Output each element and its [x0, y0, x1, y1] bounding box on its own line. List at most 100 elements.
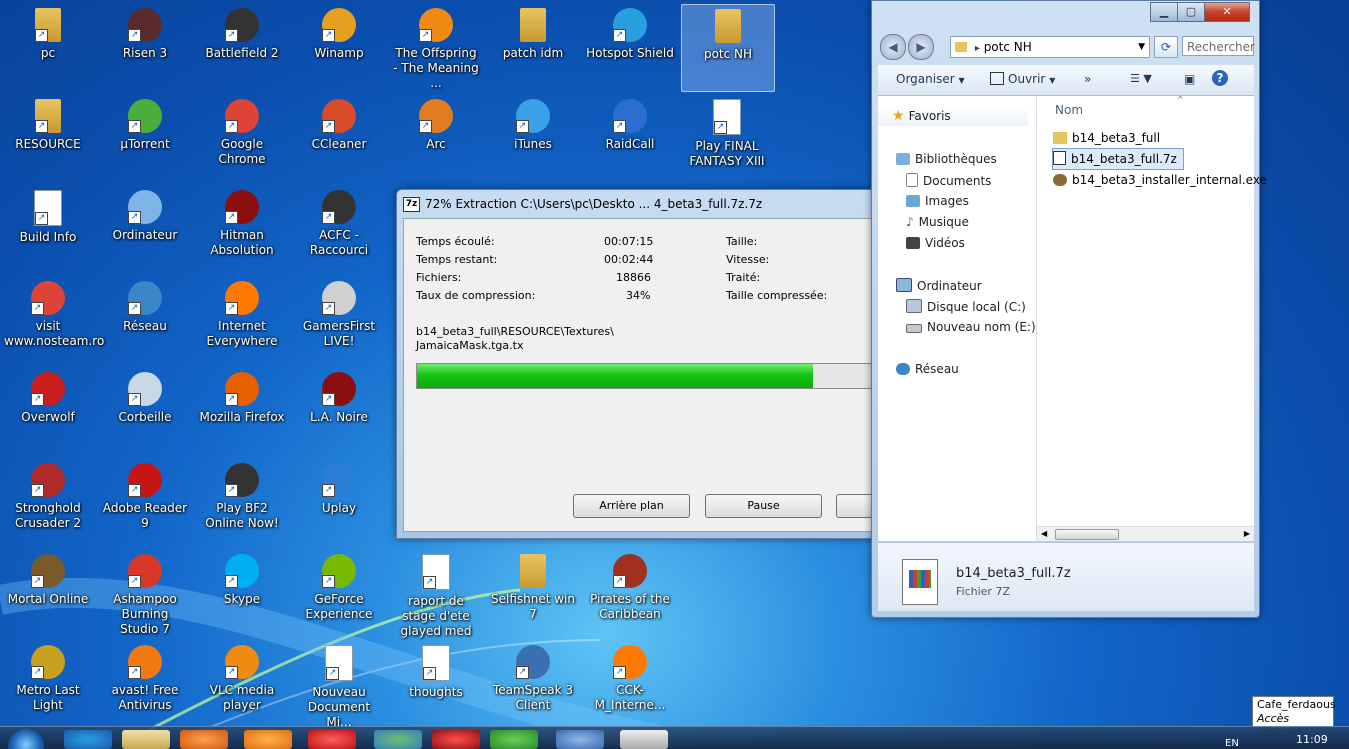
desktop-icon[interactable]: ↗ pc — [2, 4, 94, 90]
nav-disk-c[interactable]: Disque local (C:) — [906, 299, 1026, 314]
taskbar-internet-explorer-icon[interactable] — [64, 730, 112, 749]
taskbar-computer-icon[interactable] — [556, 730, 604, 749]
desktop-icon[interactable]: ↗ avast! Free Antivirus — [99, 641, 191, 727]
nav-images[interactable]: Images — [906, 194, 969, 208]
minimize-button[interactable]: ▁ — [1150, 2, 1178, 22]
back-arrow-icon[interactable]: ◀ — [880, 34, 906, 60]
desktop-icon[interactable]: ↗ Uplay — [293, 459, 385, 545]
maximize-button[interactable]: ▢ — [1177, 2, 1205, 22]
desktop-icon[interactable]: ↗ CCK-M_Interne... — [584, 641, 676, 727]
desktop-icon[interactable]: ↗ CCleaner — [293, 95, 385, 181]
desktop-icon[interactable]: ↗ iTunes — [487, 95, 579, 181]
desktop-icon[interactable]: ↗ Play BF2 Online Now! — [196, 459, 288, 545]
desktop-icon[interactable]: ↗ L.A. Noire — [293, 368, 385, 454]
nav-documents[interactable]: Documents — [906, 173, 991, 188]
scroll-left-icon[interactable]: ◀ — [1041, 527, 1047, 541]
desktop-icon[interactable]: potc NH — [681, 4, 775, 92]
desktop-icon[interactable]: ↗ Overwolf — [2, 368, 94, 454]
desktop-icon[interactable]: ↗ VLC media player — [196, 641, 288, 727]
nav-videos[interactable]: Vidéos — [906, 236, 965, 250]
taskbar-utorrent-icon[interactable] — [490, 730, 538, 749]
desktop-icon[interactable]: ↗ Ashampoo Burning Studio 7 — [99, 550, 191, 636]
desktop-icon[interactable]: ↗ Battlefield 2 — [196, 4, 288, 90]
background-button[interactable]: Arrière plan — [573, 494, 690, 518]
desktop-icon[interactable]: ↗ The Offspring - The Meaning ... — [390, 4, 482, 90]
horizontal-scrollbar[interactable]: ◀ ▶ — [1037, 526, 1254, 541]
desktop-icon[interactable]: ↗ Corbeille — [99, 368, 191, 454]
desktop-icon[interactable]: ↗ ACFC - Raccourci — [293, 186, 385, 272]
desktop-icon[interactable]: ↗ Skype — [196, 550, 288, 636]
taskbar-adobe-reader-icon[interactable] — [432, 730, 480, 749]
desktop-icon[interactable]: ↗ RESOURCE — [2, 95, 94, 181]
address-bar[interactable]: ▸ potc NH ▼ — [950, 36, 1150, 58]
desktop-icon[interactable]: ↗ Metro Last Light — [2, 641, 94, 727]
folder-icon — [955, 42, 967, 52]
desktop-icon[interactable]: ↗ Internet Everywhere — [196, 277, 288, 363]
open-button[interactable]: Ouvrir ▼ — [990, 72, 1055, 86]
desktop-icon[interactable]: ↗ Mozilla Firefox — [196, 368, 288, 454]
close-button[interactable]: ✕ — [1204, 2, 1250, 22]
nav-network[interactable]: Réseau — [896, 362, 959, 376]
nav-music[interactable]: ♪ Musique — [906, 215, 969, 229]
desktop-icon[interactable]: ↗ GeForce Experience — [293, 550, 385, 636]
desktop-icon[interactable]: ↗ Adobe Reader 9 — [99, 459, 191, 545]
desktop-icon[interactable]: ↗ Stronghold Crusader 2 — [2, 459, 94, 545]
desktop-icon[interactable]: ↗ GamersFirst LIVE! — [293, 277, 385, 363]
nav-libraries[interactable]: Bibliothèques — [896, 152, 997, 166]
desktop-icon[interactable]: ↗ TeamSpeak 3 Client — [487, 641, 579, 727]
dialog-title-bar[interactable]: 7z 72% Extraction C:\Users\pc\Deskto ...… — [397, 190, 877, 218]
taskbar-vlc-icon[interactable] — [244, 730, 292, 749]
scroll-right-icon[interactable]: ▶ — [1244, 527, 1250, 541]
nav-disk-e[interactable]: Nouveau nom (E:) — [906, 320, 1036, 334]
extraction-dialog[interactable]: 7z 72% Extraction C:\Users\pc\Deskto ...… — [396, 189, 878, 539]
desktop-icon[interactable]: ↗ Winamp — [293, 4, 385, 90]
clock[interactable]: 11:09 — [1296, 733, 1328, 746]
desktop-icon[interactable]: patch idm — [487, 4, 579, 90]
desktop-icon[interactable]: ↗ Mortal Online — [2, 550, 94, 636]
desktop-icon[interactable]: ↗ RaidCall — [584, 95, 676, 181]
start-button[interactable] — [8, 729, 44, 749]
ccleaner-icon: ↗ — [322, 99, 356, 133]
taskbar-media-player-icon[interactable] — [180, 730, 228, 749]
nav-computer[interactable]: Ordinateur — [896, 278, 982, 293]
desktop-icon[interactable]: ↗ Google Chrome — [196, 95, 288, 181]
view-options-icon[interactable]: ☰ ▼ — [1130, 72, 1152, 85]
desktop-icon[interactable]: ↗ Pirates of the Caribbean — [584, 550, 676, 636]
file-item[interactable]: b14_beta3_full.7z — [1052, 148, 1184, 170]
nav-favorites[interactable]: ★ Favoris — [878, 106, 1028, 126]
organize-button[interactable]: Organiser ▼ — [896, 72, 965, 86]
desktop-icon[interactable]: ↗ Arc — [390, 95, 482, 181]
desktop-icon[interactable]: ↗ raport de stage d'ete glayed med — [390, 550, 482, 638]
scrollbar-thumb[interactable] — [1055, 529, 1119, 540]
desktop-icon[interactable]: ↗ Nouveau Document Mi... — [293, 641, 385, 729]
taskbar-chrome-icon[interactable] — [374, 730, 422, 749]
desktop-icon[interactable]: Selfishnet win 7 — [487, 550, 579, 636]
taskbar-explorer-icon[interactable] — [122, 730, 170, 749]
desktop-icon[interactable]: ↗ Hotspot Shield — [584, 4, 676, 90]
desktop-icon[interactable]: ↗ Play FINAL FANTASY XIII — [681, 95, 773, 181]
taskbar-7zip-icon[interactable] — [620, 730, 668, 749]
desktop-icon[interactable]: ↗ Réseau — [99, 277, 191, 363]
language-indicator[interactable]: EN — [1225, 738, 1239, 749]
desktop-icon[interactable]: ↗ Build Info — [2, 186, 94, 272]
help-icon[interactable]: ? — [1212, 70, 1228, 86]
refresh-icon[interactable]: ⟳ — [1154, 36, 1178, 58]
file-item[interactable]: b14_beta3_full — [1053, 128, 1166, 148]
desktop-icon[interactable]: ↗ µTorrent — [99, 95, 191, 181]
desktop-icon[interactable]: ↗ Ordinateur — [99, 186, 191, 272]
explorer-window[interactable]: ▁ ▢ ✕ ◀ ▶ ▸ potc NH ▼ ⟳ Rechercher Organ… — [871, 0, 1267, 618]
pause-button[interactable]: Pause — [705, 494, 822, 518]
more-commands-button[interactable]: » — [1084, 72, 1091, 86]
search-input[interactable]: Rechercher — [1182, 36, 1255, 56]
file-item[interactable]: b14_beta3_installer_internal.exe — [1053, 170, 1273, 190]
address-dropdown-icon[interactable]: ▼ — [1138, 37, 1145, 57]
taskbar-opera-icon[interactable] — [308, 730, 356, 749]
desktop-icon[interactable]: ↗ Hitman Absolution — [196, 186, 288, 272]
desktop-icon[interactable]: ↗ Risen 3 — [99, 4, 191, 90]
desktop-icon[interactable]: ↗ visit www.nosteam.ro — [2, 277, 104, 363]
preview-pane-icon[interactable]: ▣ — [1184, 72, 1195, 86]
shortcut-arrow-icon: ↗ — [322, 484, 335, 497]
forward-arrow-icon[interactable]: ▶ — [908, 34, 934, 60]
desktop-icon[interactable]: ↗ thoughts — [390, 641, 482, 727]
column-header-name[interactable]: Nom — [1055, 103, 1083, 117]
